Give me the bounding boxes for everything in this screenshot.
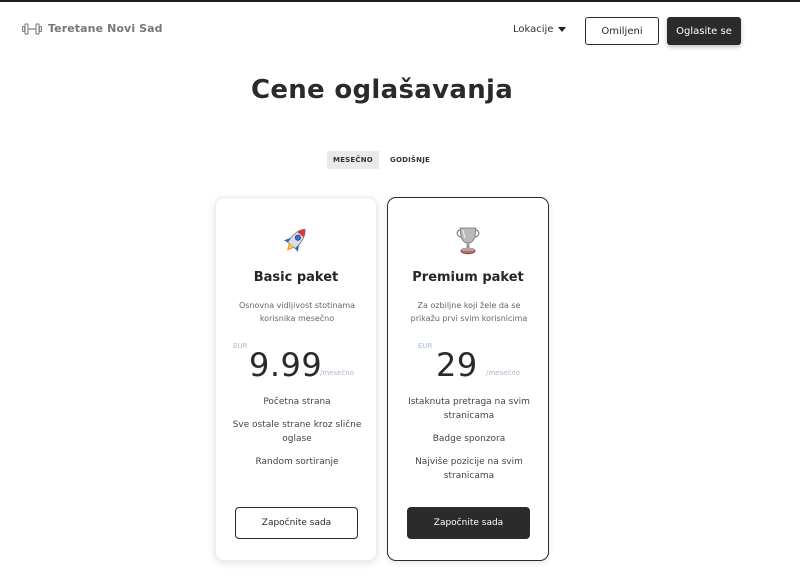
feature-item: Badge sponzora	[432, 434, 506, 444]
feature-item: Početna strana	[263, 397, 331, 407]
brand-logo[interactable]: Teretane Novi Sad	[22, 22, 163, 35]
price-currency: EUR	[233, 342, 248, 350]
plan-card-premium: Premium paket Za ozbiljne koji žele da s…	[387, 197, 549, 561]
rocket-icon	[216, 223, 376, 257]
plan-name: Basic paket	[253, 270, 339, 285]
dumbbell-icon	[22, 22, 42, 35]
price-amount: 9.99	[249, 346, 323, 384]
trophy-icon	[388, 223, 548, 257]
plan-description: Osnovna vidljivost stotinama korisnika m…	[238, 301, 356, 323]
price-period: /mesečno	[486, 369, 521, 377]
brand-name: Teretane Novi Sad	[48, 22, 163, 35]
locations-label: Lokacije	[513, 24, 554, 35]
price-amount: 29	[436, 346, 478, 384]
top-navigation: Teretane Novi Sad Lokacije Omiljeni Ogla…	[0, 2, 800, 60]
toggle-yearly[interactable]: GODIŠNJE	[387, 151, 433, 169]
caret-down-icon	[558, 27, 567, 32]
locations-dropdown[interactable]: Lokacije	[513, 24, 567, 35]
price-currency: EUR	[418, 342, 433, 350]
start-now-button-premium[interactable]: Započnite sada	[407, 507, 530, 539]
favorites-button[interactable]: Omiljeni	[585, 17, 659, 45]
start-now-button-basic[interactable]: Započnite sada	[235, 507, 358, 539]
feature-item: Istaknuta pretraga na svim stranicama	[408, 397, 530, 421]
feature-item: Sve ostale strane kroz slične oglase	[232, 420, 362, 444]
advertise-button[interactable]: Oglasite se	[667, 17, 741, 45]
feature-item: Random sortiranje	[255, 457, 339, 467]
feature-list: Istaknuta pretraga na svim stranicama Ba…	[402, 395, 536, 492]
page-title: Cene oglašavanja	[250, 75, 514, 105]
price-period: /mesečno	[320, 369, 355, 377]
feature-list: Početna strana Sve ostale strane kroz sl…	[230, 395, 364, 478]
plan-name: Premium paket	[412, 270, 524, 285]
feature-item: Najviše pozicije na svim stranicama	[415, 457, 523, 481]
toggle-monthly[interactable]: MESEČNO	[327, 151, 379, 169]
plan-description: Za ozbiljne koji žele da se prikažu prvi…	[410, 301, 528, 323]
plan-card-basic: Basic paket Osnovna vidljivost stotinama…	[215, 197, 377, 561]
